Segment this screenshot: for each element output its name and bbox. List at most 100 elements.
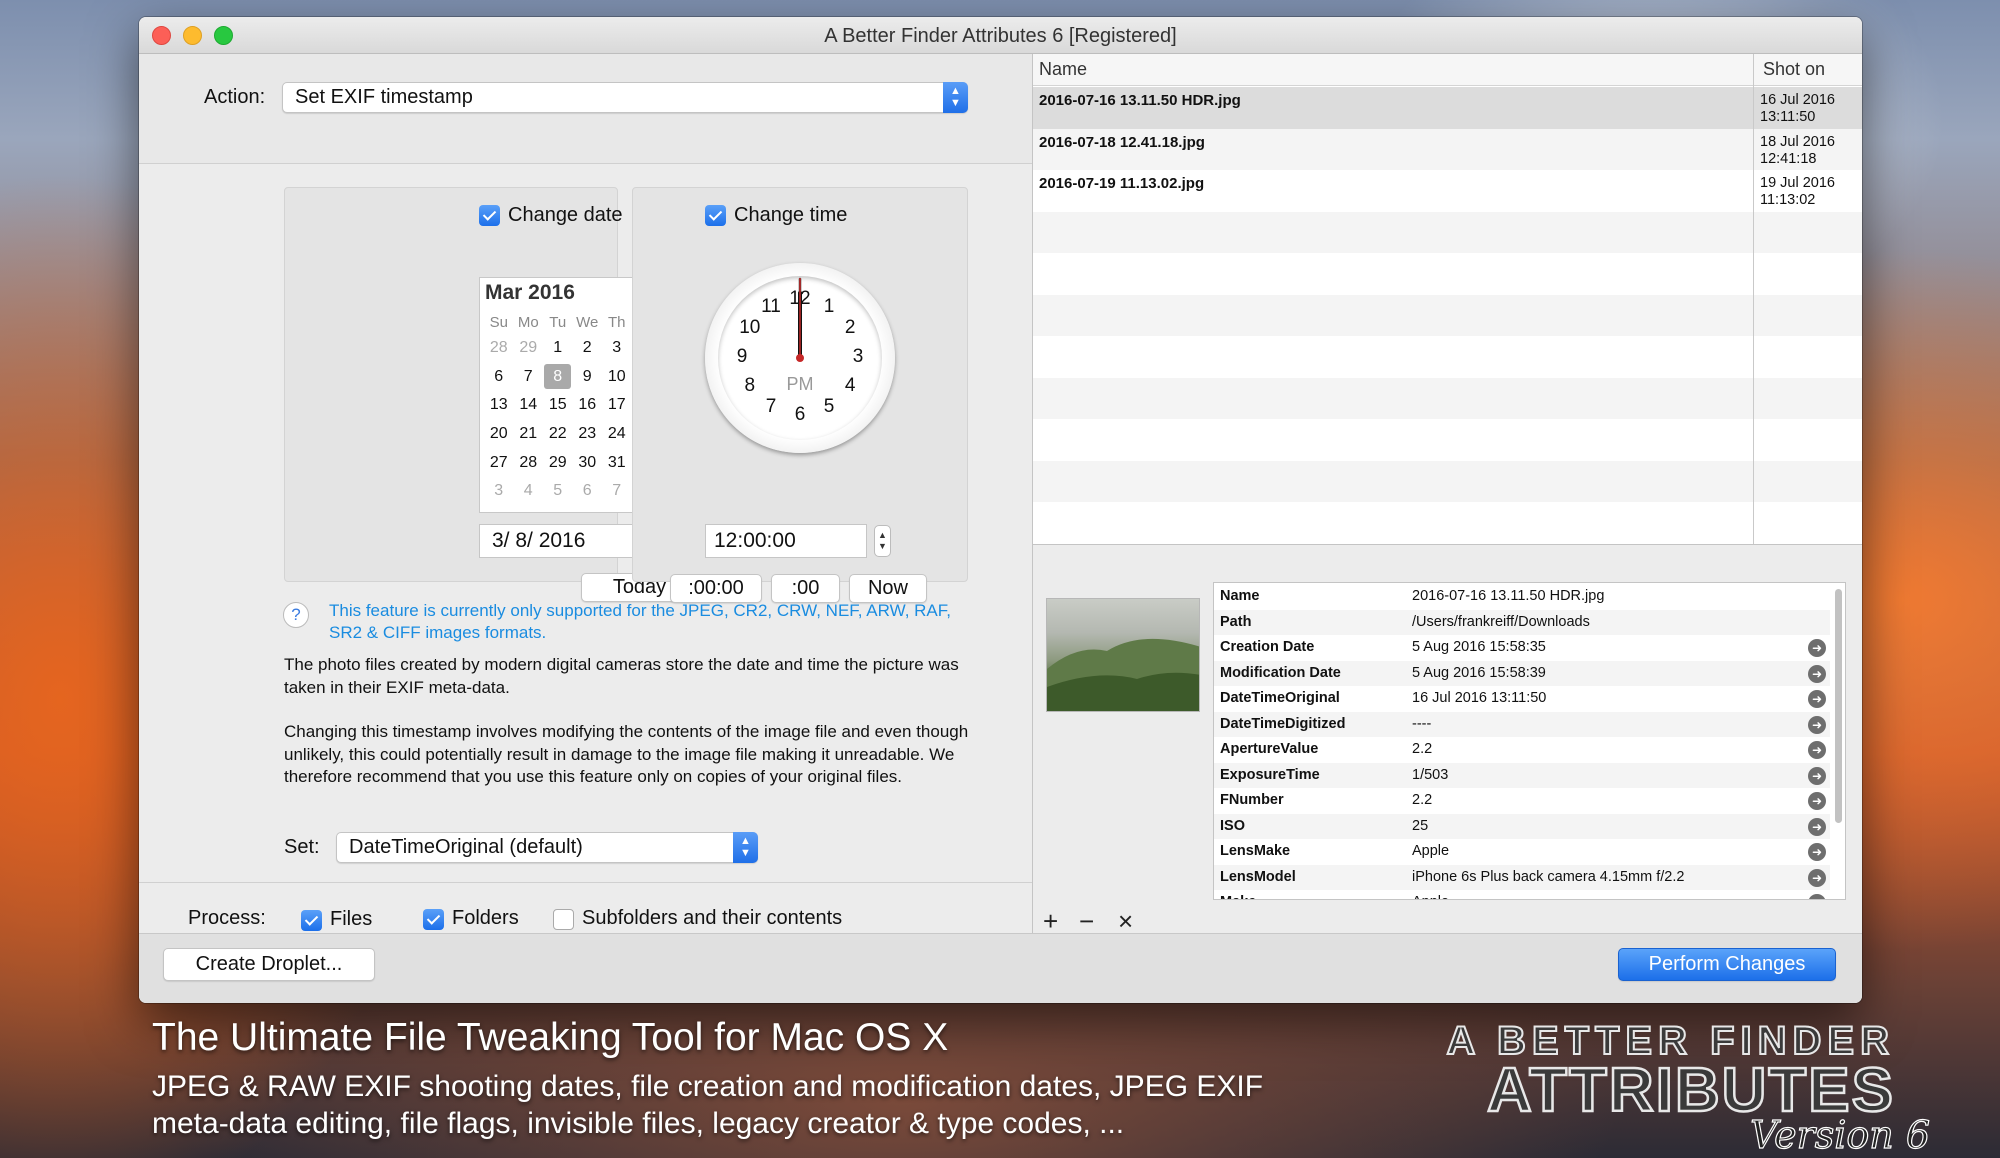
metadata-row[interactable]: Name 2016-07-16 13.11.50 HDR.jpg <box>1214 584 1830 610</box>
metadata-row[interactable]: LensModel iPhone 6s Plus back camera 4.15… <box>1214 864 1830 890</box>
calendar-day[interactable]: 4 <box>514 477 544 506</box>
arrow-right-icon[interactable]: ➜ <box>1808 792 1826 810</box>
calendar-day[interactable]: 22 <box>543 420 573 449</box>
calendar-day[interactable]: 3 <box>602 334 632 363</box>
calendar-day[interactable]: 3 <box>484 477 514 506</box>
now-button[interactable]: Now <box>849 574 927 603</box>
perform-changes-button[interactable]: Perform Changes <box>1618 948 1836 981</box>
calendar-day[interactable]: 27 <box>484 448 514 477</box>
process-label: Process: <box>188 907 266 929</box>
metadata-table[interactable]: Name 2016-07-16 13.11.50 HDR.jpg Path/User… <box>1213 582 1846 900</box>
metadata-key: Name <box>1220 588 1260 604</box>
calendar-day[interactable]: 9 <box>573 363 603 392</box>
time-stepper[interactable]: ▲ ▼ <box>874 525 891 557</box>
calendar-day[interactable]: 17 <box>602 391 632 420</box>
change-date-checkbox[interactable] <box>479 205 500 226</box>
analog-clock[interactable]: 121234567891011 PM <box>705 263 895 453</box>
calendar-day[interactable]: 20 <box>484 420 514 449</box>
subfolders-label: Subfolders and their contents <box>582 907 843 929</box>
set-popup[interactable]: DateTimeOriginal (default) ▲ ▼ <box>336 832 758 863</box>
calendar-day[interactable]: 23 <box>573 420 603 449</box>
arrow-right-icon[interactable]: ➜ <box>1808 690 1826 708</box>
calendar-day[interactable]: 5 <box>543 477 573 506</box>
calendar-day[interactable]: 30 <box>573 448 603 477</box>
metadata-row[interactable]: FNumber 2.2 ➜ <box>1214 788 1830 814</box>
files-checkbox[interactable] <box>301 910 322 931</box>
arrow-right-icon[interactable]: ➜ <box>1808 766 1826 785</box>
metadata-row[interactable]: ISO 25 ➜ <box>1214 813 1830 839</box>
calendar-day[interactable]: 6 <box>484 363 514 392</box>
calendar-day[interactable]: 29 <box>543 448 573 477</box>
window-title: A Better Finder Attributes 6 [Registered… <box>824 25 1177 47</box>
empty-row <box>1033 211 1862 253</box>
time-field[interactable]: 12:00:00 <box>705 524 867 558</box>
metadata-row[interactable]: DateTimeDigitized ---- ➜ <box>1214 711 1830 737</box>
zero-minutes-button[interactable]: :00:00 <box>670 574 762 603</box>
column-name[interactable]: Name <box>1039 59 1087 80</box>
weekday-header: Su <box>489 313 508 331</box>
metadata-value: ---- <box>1412 715 1432 732</box>
arrow-right-icon[interactable]: ➜ <box>1808 843 1826 861</box>
arrow-right-icon[interactable]: ➜ <box>1808 715 1826 734</box>
bottom-bar: Create Droplet... Perform Changes <box>139 933 1862 1003</box>
format-notice: This feature is currently only supported… <box>329 601 951 642</box>
file-row[interactable]: 2016-07-16 13.11.50 HDR.jpg 16 Jul 2016 13… <box>1033 87 1862 129</box>
metadata-row[interactable]: ApertureValue 2.2 ➜ <box>1214 737 1830 763</box>
calendar-day[interactable]: 1 <box>543 334 573 363</box>
calendar-day[interactable]: 21 <box>514 420 544 449</box>
folders-checkbox[interactable] <box>423 909 444 930</box>
metadata-row[interactable]: ExposureTime 1/503 ➜ <box>1214 762 1830 788</box>
metadata-scrollbar[interactable] <box>1835 589 1842 823</box>
arrow-right-icon[interactable]: ➜ <box>1808 741 1826 759</box>
arrow-right-icon[interactable]: ➜ <box>1808 639 1826 657</box>
help-icon[interactable]: ? <box>283 602 309 628</box>
metadata-key: Creation Date <box>1220 639 1315 655</box>
arrow-right-icon[interactable]: ➜ <box>1808 868 1826 887</box>
column-shot-on[interactable]: Shot on <box>1763 59 1825 80</box>
promo-features: JPEG & RAW EXIF shooting dates, file cre… <box>152 1068 1352 1142</box>
metadata-row[interactable]: LensMake Apple ➜ <box>1214 839 1830 865</box>
file-row[interactable]: 2016-07-19 11.13.02.jpg 19 Jul 2016 11:13:… <box>1033 170 1862 212</box>
calendar-day[interactable]: 7 <box>514 363 544 392</box>
metadata-row[interactable]: Path/Users/frankreiff/Downloads <box>1214 609 1830 635</box>
shot-on-time: 13:11:50 <box>1760 109 1816 125</box>
metadata-row[interactable]: DateTimeOriginal 16 Jul 2016 13:11:50 ➜ <box>1214 686 1830 712</box>
metadata-key: Make <box>1220 894 1256 899</box>
calendar-day[interactable]: 14 <box>514 391 544 420</box>
create-droplet-button[interactable]: Create Droplet... <box>163 948 375 981</box>
zero-seconds-button[interactable]: :00 <box>771 574 840 603</box>
calendar-day[interactable]: 10 <box>602 363 632 392</box>
metadata-row[interactable]: Make Apple ➜ <box>1214 890 1830 899</box>
subfolders-checkbox[interactable] <box>553 909 574 930</box>
metadata-value: 2016-07-16 13.11.50 HDR.jpg <box>1412 588 1605 604</box>
calendar-day[interactable]: 31 <box>602 448 632 477</box>
change-time-checkbox[interactable] <box>705 205 726 226</box>
arrow-right-icon[interactable]: ➜ <box>1808 817 1826 836</box>
metadata-row[interactable]: Modification Date 5 Aug 2016 15:58:39 ➜ <box>1214 660 1830 686</box>
metadata-value: 25 <box>1412 817 1429 834</box>
set-label: Set: <box>284 836 320 858</box>
calendar-day[interactable]: 28 <box>514 448 544 477</box>
calendar-day[interactable]: 8 <box>543 363 573 392</box>
metadata-value: Apple <box>1412 894 1449 899</box>
change-time-label: Change time <box>734 204 848 226</box>
selected-day: 8 <box>544 364 572 390</box>
calendar-day[interactable]: 29 <box>514 334 544 363</box>
calendar-day[interactable]: 2 <box>573 334 603 363</box>
file-list[interactable]: Name Shot on 2016-07-16 13.11.50 HDR.jpg… <box>1033 54 1862 545</box>
metadata-row[interactable]: Creation Date 5 Aug 2016 15:58:35 ➜ <box>1214 635 1830 661</box>
action-row: Action: Set EXIF timestamp ▲ ▼ <box>139 54 1032 164</box>
calendar-day[interactable]: 13 <box>484 391 514 420</box>
calendar-day[interactable]: 28 <box>484 334 514 363</box>
calendar-day[interactable]: 6 <box>573 477 603 506</box>
arrow-right-icon[interactable]: ➜ <box>1808 894 1826 899</box>
calendar-day[interactable]: 7 <box>602 477 632 506</box>
calendar-day[interactable]: 16 <box>573 391 603 420</box>
action-popup[interactable]: Set EXIF timestamp ▲ ▼ <box>282 82 968 113</box>
calendar-day[interactable]: 15 <box>543 391 573 420</box>
action-value: Set EXIF timestamp <box>295 86 473 108</box>
arrow-right-icon[interactable]: ➜ <box>1808 664 1826 683</box>
promo-line-1: JPEG & RAW EXIF shooting dates, file cre… <box>152 1070 1264 1103</box>
calendar-day[interactable]: 24 <box>602 420 632 449</box>
file-row[interactable]: 2016-07-18 12.41.18.jpg 18 Jul 2016 12:41:… <box>1033 128 1862 170</box>
